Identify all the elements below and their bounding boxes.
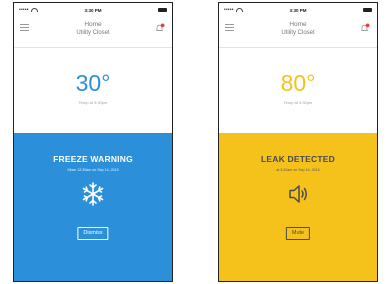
alert-bell-icon[interactable] bbox=[155, 23, 165, 33]
battery-icon bbox=[363, 8, 372, 12]
temperature-value: 80° bbox=[280, 70, 316, 96]
app-comparison: ••••• 3:30 PM Home Utility Closet 30° Te… bbox=[0, 0, 392, 284]
alert-title: LEAK DETECTED bbox=[261, 154, 335, 164]
dismiss-button[interactable]: Dismiss bbox=[77, 227, 109, 240]
status-bar: ••••• 3:30 PM bbox=[14, 3, 172, 17]
nav-title: Home Utility Closet bbox=[14, 21, 172, 37]
battery-icon bbox=[158, 8, 167, 12]
signal-indicator: ••••• bbox=[224, 6, 243, 13]
status-bar: ••••• 3:30 PM bbox=[219, 3, 377, 17]
phone-screen-leak: ••••• 3:30 PM Home Utility Closet 80° Te… bbox=[218, 2, 378, 282]
freeze-warning-panel: FREEZE WARNING Since 12:30am on Sep 14, … bbox=[14, 133, 172, 281]
alert-title: FREEZE WARNING bbox=[53, 154, 133, 164]
cellular-signal-icon: ••••• bbox=[19, 6, 29, 13]
nav-bar: Home Utility Closet bbox=[14, 17, 172, 48]
temperature-display: 30° Temp at 3:30pm bbox=[14, 48, 172, 133]
speaker-icon bbox=[289, 185, 307, 203]
temperature-display: 80° Temp at 3:30pm bbox=[219, 48, 377, 133]
mute-button[interactable]: Mute bbox=[285, 227, 311, 240]
signal-indicator: ••••• bbox=[19, 6, 38, 13]
temperature-caption: Temp at 3:30pm bbox=[78, 100, 108, 105]
temperature-value: 30° bbox=[75, 70, 111, 96]
alert-timestamp: Since 12:30am on Sep 14, 2015 bbox=[67, 168, 119, 172]
device-subtitle: Utility Closet bbox=[281, 30, 315, 36]
wifi-icon bbox=[235, 8, 243, 12]
phone-screen-freeze: ••••• 3:30 PM Home Utility Closet 30° Te… bbox=[13, 2, 173, 282]
temperature-caption: Temp at 3:30pm bbox=[283, 100, 313, 105]
leak-detected-panel: LEAK DETECTED at 3:32am on Sep 14, 2015 … bbox=[219, 133, 377, 281]
nav-title: Home Utility Closet bbox=[219, 21, 377, 37]
alert-timestamp: at 3:32am on Sep 14, 2015 bbox=[276, 168, 320, 172]
nav-bar: Home Utility Closet bbox=[219, 17, 377, 48]
location-title: Home bbox=[84, 21, 102, 28]
wifi-icon bbox=[30, 8, 38, 12]
location-title: Home bbox=[289, 21, 307, 28]
cellular-signal-icon: ••••• bbox=[224, 6, 234, 13]
snowflake-icon bbox=[82, 182, 104, 206]
device-subtitle: Utility Closet bbox=[76, 30, 110, 36]
alert-bell-icon[interactable] bbox=[360, 23, 370, 33]
